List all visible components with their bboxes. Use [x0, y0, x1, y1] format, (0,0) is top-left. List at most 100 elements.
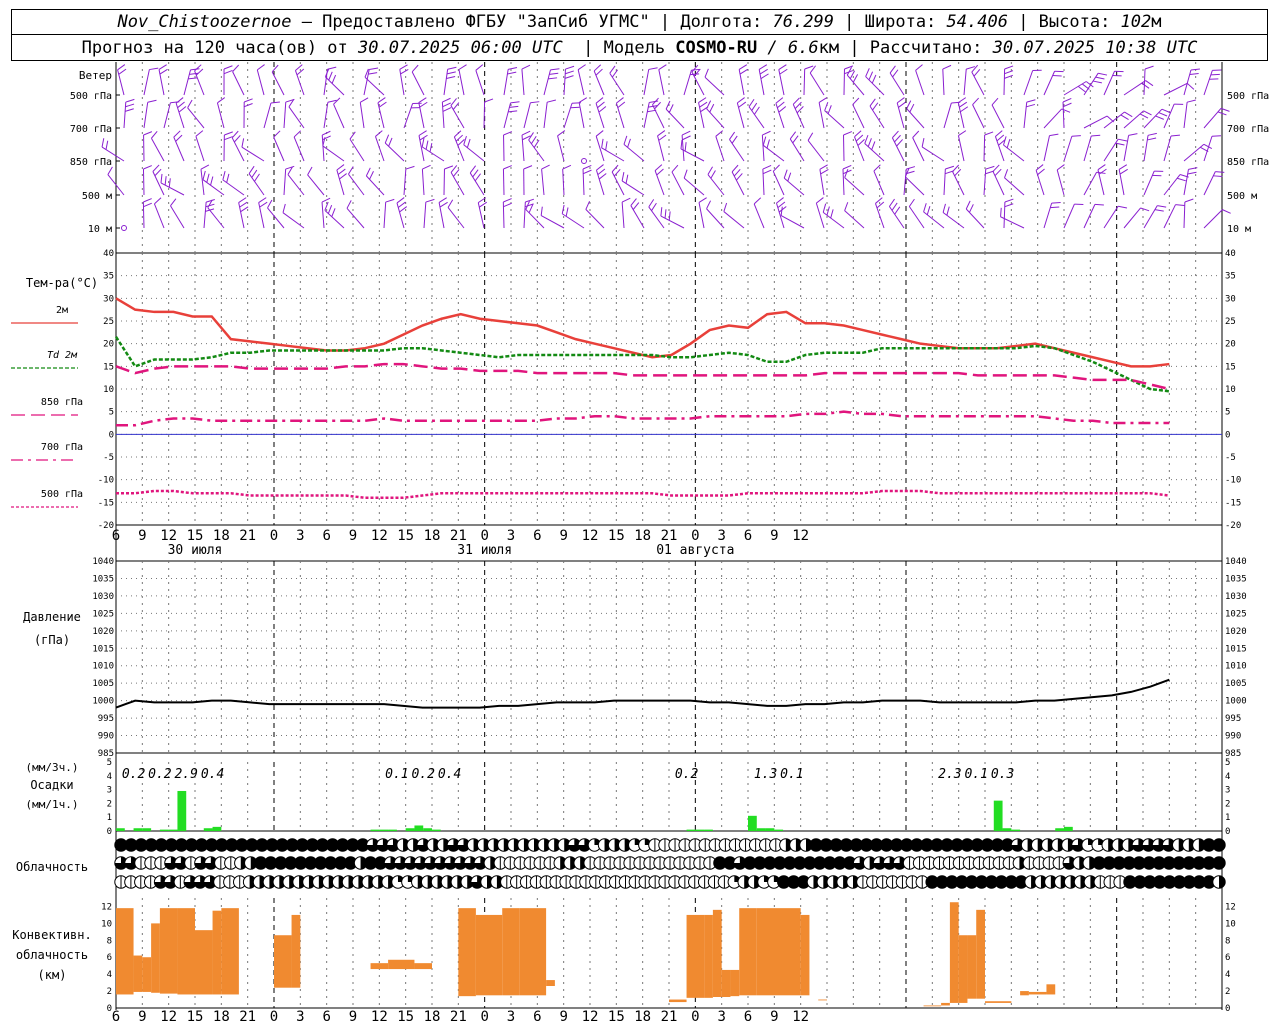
- x-tick-label: 9: [770, 528, 778, 544]
- wind-barb-shaft: [683, 69, 692, 96]
- wind-barb-shaft: [869, 105, 885, 129]
- precip-ylabel: Осадки: [30, 778, 73, 792]
- wind-barb-shaft: [776, 202, 785, 229]
- temp-tick-label-left: 30: [103, 294, 114, 304]
- wind-barb-shaft: [1083, 204, 1096, 229]
- wind-barb-icon: [643, 67, 658, 96]
- wind-barb-icon: [175, 97, 187, 129]
- wind-barb-feather: [908, 198, 915, 207]
- wind-barb-shaft: [1183, 143, 1205, 162]
- wind-barb-shaft: [683, 177, 705, 196]
- wind-barb-shaft: [1004, 177, 1025, 196]
- wind-barb-shaft: [1203, 136, 1213, 162]
- wind-barb-feather: [442, 97, 451, 103]
- wind-barb-shaft: [1123, 80, 1146, 96]
- wind-barb-feather: [147, 99, 157, 103]
- wind-barb-feather: [1147, 137, 1157, 141]
- wind-barb-feather: [1170, 134, 1181, 137]
- wind-barb-feather: [125, 98, 135, 103]
- wind-barb-icon: [1163, 204, 1185, 229]
- wind-barb-icon: [683, 169, 705, 196]
- wind-barb-feather: [598, 106, 607, 113]
- conv-cloud-bar: [756, 908, 801, 996]
- wind-barb-icon: [846, 66, 865, 96]
- wind-barb-shaft: [1083, 72, 1099, 96]
- wind-barb-feather: [187, 99, 193, 109]
- wind-level-label-right: 500 гПа: [1227, 91, 1269, 102]
- wind-barb-shaft: [593, 70, 605, 96]
- wind-barb-feather: [758, 64, 768, 70]
- x-tick-label-bottom: 0: [691, 1009, 699, 1024]
- wind-barb-icon: [1003, 198, 1014, 229]
- wind-barb-feather: [958, 97, 967, 104]
- wind-barb-shaft: [1183, 69, 1192, 96]
- wind-barb-icon: [1103, 111, 1133, 129]
- wind-barb-shaft: [595, 103, 605, 129]
- wind-barb-feather: [778, 64, 787, 70]
- wind-barb-feather: [565, 65, 575, 70]
- x-tick-label: 3: [507, 528, 515, 544]
- wind-barb-shaft: [150, 138, 165, 162]
- day-label: 30 июля: [168, 543, 223, 558]
- wind-barb-feather: [251, 169, 258, 178]
- precip-bar: [423, 828, 432, 831]
- pressure-tick-label-left: 1025: [92, 609, 114, 619]
- wind-barb-feather: [1161, 108, 1171, 114]
- wind-barb-feather: [1140, 207, 1150, 212]
- wind-barb-icon: [187, 99, 205, 129]
- wind-barb-shaft: [1023, 70, 1034, 96]
- temp-tick-label-right: -5: [1225, 453, 1236, 463]
- wind-barb-feather: [447, 199, 454, 208]
- wind-barb-feather: [1000, 207, 1002, 217]
- wind-barb-icon: [142, 198, 152, 229]
- wind-barb-feather: [807, 132, 814, 141]
- wind-barb-feather: [570, 106, 580, 109]
- wind-barb-icon: [1062, 97, 1072, 129]
- wind-barb-feather: [1175, 204, 1185, 206]
- precip-bar: [133, 828, 143, 831]
- wind-barb-shaft: [891, 137, 905, 162]
- wind-barb-icon: [1043, 108, 1071, 129]
- wind-barb-feather: [609, 65, 616, 74]
- pressure-tick-label-right: 1020: [1225, 627, 1247, 637]
- wind-barb-shaft: [706, 208, 725, 229]
- wind-barb-feather: [1186, 82, 1195, 90]
- wind-level-label-right: 850 гПа: [1227, 157, 1269, 168]
- wind-barb-feather: [1004, 169, 1009, 178]
- x-tick-label-bottom: 21: [450, 1009, 467, 1024]
- temp-tick-label-left: 25: [103, 317, 114, 327]
- conv-cloud-bar: [800, 914, 810, 996]
- temp-tick-label-right: 40: [1225, 249, 1236, 259]
- wind-barb-feather: [222, 171, 226, 180]
- wind-barb-icon: [873, 164, 885, 196]
- wind-barb-feather: [660, 207, 663, 217]
- wind-barb-icon: [854, 130, 865, 162]
- wind-barb-feather: [995, 130, 1003, 137]
- wind-barb-shaft: [1003, 201, 1006, 229]
- wind-barb-icon: [160, 173, 185, 196]
- precip-bar: [748, 815, 757, 831]
- wind-barb-feather: [960, 106, 969, 113]
- wind-barb-icon: [943, 165, 955, 196]
- wind-barb-feather: [1037, 168, 1045, 176]
- wind-barb-feather: [240, 206, 249, 213]
- wind-barb-shaft: [1003, 68, 1006, 96]
- x-tick-label-bottom: 6: [533, 1009, 541, 1024]
- wind-barb-feather: [1222, 209, 1231, 214]
- wind-barb-icon: [1063, 135, 1081, 162]
- wind-barb-icon: [450, 98, 465, 129]
- wind-barb-feather: [876, 201, 885, 209]
- wind-barb-icon: [1118, 164, 1128, 196]
- wind-barb-feather: [909, 103, 915, 113]
- wind-barb-shaft: [1203, 209, 1223, 229]
- wind-barb-shaft: [753, 203, 765, 229]
- wind-barb-shaft: [972, 104, 985, 129]
- wind-barb-icon: [1183, 143, 1213, 162]
- wind-barb-shaft: [562, 169, 565, 196]
- wind-barb-feather: [175, 134, 183, 142]
- conv-cloud-bar: [1020, 991, 1029, 996]
- wind-barb-feather: [690, 73, 700, 76]
- temp-tick-label-left: -15: [98, 498, 114, 508]
- wind-level-label-right: 500 м: [1227, 191, 1257, 202]
- wind-barb-icon: [738, 64, 748, 96]
